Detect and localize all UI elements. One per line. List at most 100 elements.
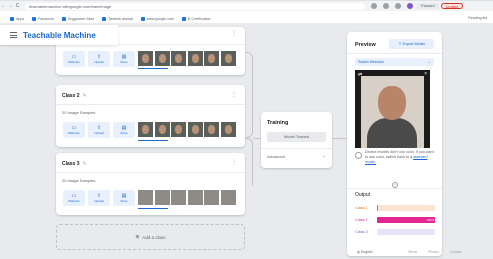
profile-status[interactable]: Paused — [417, 3, 439, 9]
reload-icon[interactable]: C — [14, 2, 21, 10]
output-percent: 100% — [426, 218, 434, 222]
connector-line — [253, 138, 261, 139]
output-label: Class 2 — [355, 218, 368, 222]
sample-thumbnail[interactable] — [204, 122, 219, 137]
chevron-down-icon[interactable]: ⌄ — [322, 153, 326, 159]
extension-icon[interactable] — [371, 3, 377, 9]
card-divider — [56, 172, 245, 173]
add-class-button[interactable]: ⊞ Add a class — [56, 224, 245, 250]
sample-thumbnails — [138, 190, 237, 205]
facebook-icon — [32, 16, 37, 21]
more-vert-icon[interactable]: ⋮ — [231, 159, 237, 166]
sample-thumbnail[interactable] — [220, 190, 236, 205]
upload-button[interactable]: ⇪ Upload — [88, 122, 110, 138]
sample-thumbnail[interactable] — [171, 51, 186, 66]
webcam-button[interactable]: ▭ Webcam — [63, 190, 85, 206]
bookmark-item[interactable]: Tambah alamat — [102, 16, 133, 21]
training-card: Training Model Trained Advanced ⌄ — [261, 112, 332, 168]
sample-thumbnail[interactable] — [187, 190, 203, 205]
footer-link[interactable]: Cookies — [450, 249, 462, 256]
more-vert-icon[interactable]: ⋮ — [231, 91, 237, 98]
sample-thumbnail[interactable] — [187, 51, 203, 66]
export-model-button[interactable]: ⇪ Export Model — [389, 39, 434, 49]
output-label: Class 3 — [355, 230, 368, 234]
bookmark-item[interactable]: www.google.com — [140, 16, 174, 21]
sample-thumbnail[interactable] — [154, 51, 170, 66]
drive-button[interactable]: ▤ Drive — [113, 122, 135, 138]
footer-link[interactable]: Terms — [408, 249, 417, 256]
sample-thumbnail[interactable] — [204, 190, 219, 205]
upload-button[interactable]: ⇪ Upload — [88, 51, 110, 67]
bookmark-item[interactable]: Facebook — [32, 16, 54, 21]
card-divider — [56, 104, 245, 105]
reading-list[interactable]: Reading list — [468, 14, 487, 23]
training-title: Training — [267, 120, 289, 126]
close-icon[interactable]: × — [424, 71, 427, 77]
sample-count: 20 Image Samples — [62, 178, 96, 183]
update-button[interactable]: Update — [440, 3, 464, 9]
menu-icon[interactable] — [10, 32, 17, 38]
sample-thumbnail[interactable] — [154, 122, 170, 137]
sample-thumbnail[interactable] — [138, 190, 153, 205]
sample-thumbnail[interactable] — [138, 122, 153, 137]
language-select[interactable]: ◍ English — [353, 249, 391, 256]
preview-card: Preview ⇪ Export Model Switch Webcam ⌄ ⇄ … — [347, 32, 442, 256]
profile-avatar[interactable] — [407, 3, 413, 9]
bookmark-icon — [62, 16, 66, 21]
connector-line — [245, 52, 253, 138]
upload-button[interactable]: ⇪ Upload — [88, 190, 110, 206]
webcam-button[interactable]: ▭ Webcam — [63, 51, 85, 67]
sample-thumbnail[interactable] — [171, 190, 186, 205]
flip-camera-icon[interactable]: ⇄ — [358, 72, 362, 78]
output-row: Class 3 — [355, 228, 437, 236]
card-divider — [347, 53, 442, 54]
sample-thumbnail[interactable] — [154, 190, 170, 205]
output-row: Class 2 100% — [355, 216, 437, 224]
output-title: Output — [355, 192, 371, 198]
back-icon[interactable]: ← — [0, 2, 7, 10]
drive-button[interactable]: ▤ Drive — [113, 190, 135, 206]
address-bar[interactable]: teachablemachine.withgoogle.com/train/im… — [25, 2, 365, 10]
apps-icon — [10, 16, 14, 21]
device-model-note: Device models don't use color. If you wa… — [365, 150, 434, 164]
output-bar — [377, 229, 435, 235]
advanced-toggle[interactable]: Advanced — [267, 154, 285, 159]
preview-title: Preview — [355, 42, 376, 48]
bookmark-item[interactable]: Apps — [10, 16, 24, 21]
card-divider — [347, 188, 442, 189]
webcam-preview: ⇄ × — [355, 70, 430, 148]
card-divider — [261, 148, 332, 149]
extension-icon[interactable] — [383, 3, 389, 9]
sample-thumbnail[interactable] — [138, 51, 153, 66]
class-card-2: Class 2 ✎ ⋮ 20 Image Samples ▭ Webcam ⇪ Upl… — [56, 85, 245, 147]
sample-thumbnail[interactable] — [220, 122, 236, 137]
drive-button[interactable]: ▤ Drive — [113, 51, 135, 67]
camera-select[interactable]: Switch Webcam ⌄ — [355, 58, 434, 66]
sample-thumbnail[interactable] — [220, 51, 236, 66]
webcam-button[interactable]: ▭ Webcam — [63, 122, 85, 138]
app-title[interactable]: Teachable Machine — [23, 31, 96, 40]
pencil-icon[interactable]: ✎ — [83, 161, 87, 167]
bookmark-item[interactable]: Suggested Sites — [62, 16, 94, 21]
footer-link[interactable]: Privacy — [428, 249, 439, 256]
more-vert-icon[interactable]: ⋮ — [231, 30, 237, 37]
bookmark-item[interactable]: E-Certification — [181, 16, 211, 21]
connector-line — [245, 138, 253, 186]
sample-thumbnail[interactable] — [187, 122, 203, 137]
sample-thumbnail[interactable] — [171, 122, 186, 137]
add-box-icon: ⊞ — [135, 234, 140, 239]
webcam-person-face — [378, 86, 406, 120]
forward-icon[interactable]: → — [7, 2, 14, 10]
color-toggle[interactable] — [355, 152, 362, 159]
extension-icon[interactable] — [395, 3, 401, 9]
train-model-button[interactable]: Model Trained — [267, 132, 326, 142]
browser-toolbar: ← → C teachablemachine.withgoogle.com/tr… — [0, 1, 493, 11]
bookmark-icon — [102, 16, 107, 21]
class-title[interactable]: Class 2 ✎ — [62, 93, 87, 99]
sample-thumbnail[interactable] — [204, 51, 219, 66]
google-icon — [140, 16, 145, 21]
sample-thumbnails — [138, 122, 237, 137]
class-title[interactable]: Class 3 ✎ — [62, 161, 87, 167]
scroll-indicator — [138, 208, 168, 209]
pencil-icon[interactable]: ✎ — [83, 93, 87, 99]
